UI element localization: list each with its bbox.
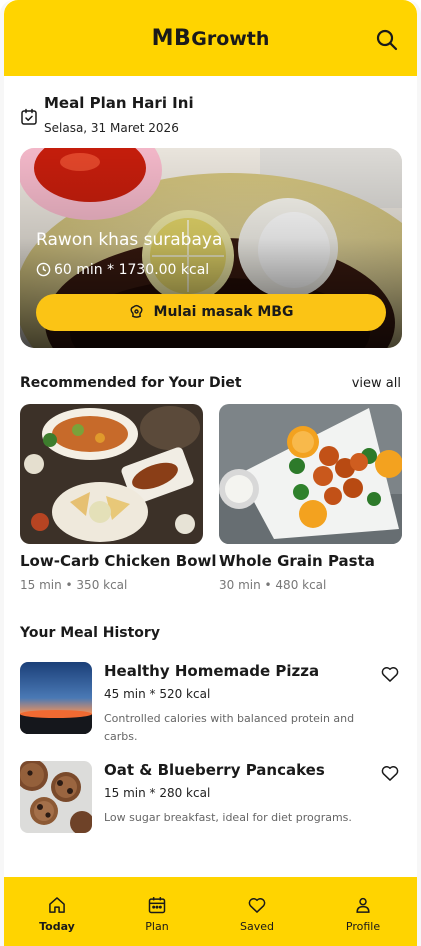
nav-label: Profile: [345, 920, 381, 933]
dish-meta-text: 60 min * 1730.00 kcal: [54, 262, 210, 278]
nav-plan[interactable]: Plan: [117, 895, 197, 933]
chef-hat-icon: [130, 304, 143, 318]
recipe-card[interactable]: Whole Grain Pasta 30 min • 480 kcal: [219, 404, 402, 592]
logo-text-growth: Growth: [191, 28, 270, 50]
pancakes-image: [20, 761, 92, 833]
chicken-bowl-image: [20, 404, 203, 544]
calendar-check-icon: [21, 108, 37, 125]
dish-meta: 60 min * 1730.00 kcal: [36, 262, 209, 278]
heart-icon: [381, 667, 399, 682]
meal-description: Controlled calories with balanced protei…: [104, 712, 355, 743]
meal-plan-title: Meal Plan Hari Ini: [44, 94, 194, 112]
calendar-icon: [148, 897, 166, 914]
user-icon: [356, 897, 370, 913]
clock-icon: [36, 262, 51, 277]
heart-icon: [381, 766, 399, 781]
bottom-navigation: Today Plan Saved Profile: [4, 877, 417, 946]
meal-meta: 45 min * 520 kcal: [104, 687, 211, 701]
favorite-button[interactable]: [380, 763, 402, 785]
meal-history-title: Your Meal History: [20, 625, 160, 641]
meal-plan-header: Meal Plan Hari Ini Selasa, 31 Maret 2026: [20, 94, 400, 140]
app-screen: MBGrowth Meal Plan Hari Ini Selasa, 31 M…: [0, 0, 421, 946]
top-app-bar: MBGrowth: [4, 0, 417, 76]
start-cooking-button[interactable]: Mulai masak MBG: [36, 294, 386, 331]
recipe-card[interactable]: Low-Carb Chicken Bowl 15 min • 350 kcal: [20, 404, 217, 592]
meal-name: Healthy Homemade Pizza: [104, 662, 320, 680]
nav-label: Plan: [145, 920, 169, 933]
todays-meal-card[interactable]: Rawon khas surabaya 60 min * 1730.00 kca…: [20, 148, 402, 348]
search-button[interactable]: [375, 28, 401, 54]
recipe-meta: 30 min • 480 kcal: [219, 578, 327, 592]
app-logo: MBGrowth: [4, 26, 417, 51]
nav-profile[interactable]: Profile: [323, 895, 403, 933]
recipe-name: Whole Grain Pasta: [219, 552, 375, 570]
search-icon: [376, 29, 398, 51]
meal-name: Oat & Blueberry Pancakes: [104, 761, 325, 779]
nav-label: Today: [39, 920, 75, 933]
recommended-section-title: Recommended for Your Diet: [20, 375, 242, 391]
meal-description: Low sugar breakfast, ideal for diet prog…: [104, 811, 352, 824]
start-cooking-label: Mulai masak MBG: [153, 304, 294, 320]
whole-grain-pasta-image: [219, 404, 402, 544]
logo-text-mb: MB: [151, 26, 192, 51]
pizza-image: [20, 662, 92, 734]
meal-plan-date: Selasa, 31 Maret 2026: [44, 121, 179, 135]
home-icon: [49, 897, 65, 913]
meal-meta: 15 min * 280 kcal: [104, 786, 211, 800]
nav-saved[interactable]: Saved: [217, 895, 297, 933]
recipe-name: Low-Carb Chicken Bowl: [20, 552, 217, 570]
nav-today[interactable]: Today: [17, 895, 97, 933]
favorite-button[interactable]: [380, 664, 402, 686]
nav-label: Saved: [240, 920, 274, 933]
view-all-link[interactable]: view all: [352, 376, 401, 391]
recipe-meta: 15 min • 350 kcal: [20, 578, 128, 592]
dish-name: Rawon khas surabaya: [36, 230, 223, 250]
heart-icon: [248, 898, 266, 913]
